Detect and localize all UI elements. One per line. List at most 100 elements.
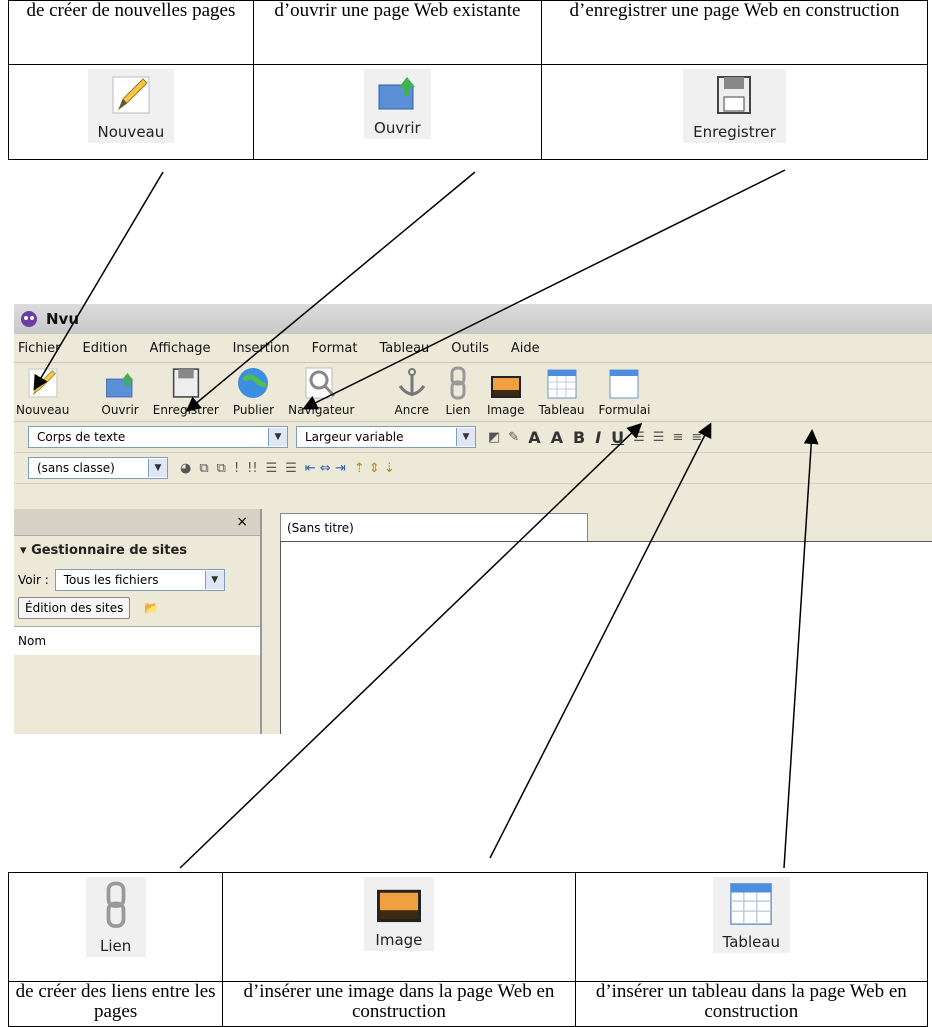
toolbar-image-button[interactable]: Image — [487, 370, 525, 421]
enregistrer-label: Enregistrer — [693, 123, 776, 141]
toolbar-label: Image — [486, 403, 525, 417]
outdent-icon[interactable]: ☰ — [285, 461, 297, 476]
menu-fichier[interactable]: Fichier — [18, 341, 61, 356]
toolbar-label: Tableau — [538, 403, 585, 417]
chevron-down-icon: ▼ — [204, 571, 224, 589]
toolbar-label: Ancre — [394, 403, 429, 417]
align-center-icon[interactable]: ≡ — [691, 430, 702, 445]
format-toolbar: Corps de texte ▼ Largeur variable ▼ ◩ ✎ … — [14, 422, 932, 453]
chevron-down-icon: ▼ — [268, 428, 287, 446]
desc-image: d’insérer une image dans la page Web en … — [222, 981, 576, 1027]
underline-icon[interactable]: U — [611, 428, 624, 447]
table-icon — [730, 883, 773, 925]
tab-label: (Sans titre) — [287, 521, 354, 535]
smaller-font-icon[interactable]: A — [528, 428, 540, 447]
menu-tableau[interactable]: Tableau — [379, 341, 429, 356]
folder-icon[interactable]: 📂 — [144, 601, 159, 615]
menu-bar: Fichier Edition Affichage Insertion Form… — [14, 334, 932, 363]
site-manager-panel: × ▾ Gestionnaire de sites Voir : Tous le… — [14, 509, 262, 734]
italic-icon[interactable]: I — [595, 428, 601, 447]
class-value: (sans classe) — [37, 461, 115, 475]
toolbar-enregistrer-button[interactable]: Enregistrer — [153, 366, 219, 421]
cell-tableau-icon: Tableau — [574, 872, 929, 982]
align-left-icon[interactable]: ≡ — [672, 430, 683, 445]
view-select[interactable]: Tous les fichiers ▼ — [54, 569, 225, 591]
magnifier-icon — [305, 367, 336, 399]
pencil-icon — [112, 76, 150, 114]
numbered-list-icon[interactable]: ☰ — [633, 430, 645, 445]
class-toolbar: (sans classe) ▼ ◕ ⧉ ⧉ ! !! ☰ ☰ ⇤ ⇔ ⇥ ⇡ ⇕… — [14, 453, 932, 484]
bold-icon[interactable]: B — [573, 428, 585, 447]
toolbar-label: Navigateur — [288, 403, 355, 417]
indent-icon[interactable]: ☰ — [266, 461, 278, 476]
cell-lien-icon: Lien — [7, 872, 224, 982]
desc-ouvrir: d’ouvrir une page Web existante — [252, 0, 542, 65]
menu-format[interactable]: Format — [312, 341, 358, 356]
color-picker-icon[interactable]: ◩ — [488, 430, 500, 445]
cell-enregistrer-icon: Enregistrer — [540, 64, 929, 160]
view-label: Voir : — [18, 573, 49, 587]
image-button-sample: Image — [363, 877, 434, 951]
cell-ouvrir-icon: Ouvrir — [252, 64, 542, 160]
ouvrir-button-sample: Ouvrir — [364, 69, 431, 139]
desc-lien: de créer des liens entre les pages — [7, 981, 224, 1027]
important-icon[interactable]: ! — [234, 461, 239, 476]
larger-font-icon[interactable]: A — [551, 428, 563, 447]
toolbar-label: Publier — [232, 403, 275, 417]
name-column-header: Nom — [14, 626, 260, 655]
menu-edition[interactable]: Edition — [83, 341, 128, 356]
nouveau-label: Nouveau — [97, 123, 165, 141]
align-arrows-icon[interactable]: ⇤ ⇔ ⇥ — [305, 461, 346, 476]
vertical-align-icon[interactable]: ⇡ ⇕ ⇣ — [354, 461, 395, 476]
toolbar-publier-button[interactable]: Publier — [233, 366, 274, 421]
toolbar-navigateur-button[interactable]: Navigateur — [288, 366, 354, 421]
bottom-description-table: Lien Image Tableau de créer des liens en… — [7, 872, 929, 1027]
highlight-icon[interactable]: ✎ — [508, 430, 519, 445]
menu-affichage[interactable]: Affichage — [149, 341, 210, 356]
edit-sites-button[interactable]: Édition des sites — [18, 597, 131, 619]
enregistrer-button-sample: Enregistrer — [683, 69, 786, 143]
menu-aide[interactable]: Aide — [511, 341, 540, 356]
form-icon — [609, 369, 639, 399]
toolbar-lien-button[interactable]: Lien — [443, 366, 473, 421]
css-icon[interactable]: ◕ — [180, 461, 191, 476]
menu-insertion[interactable]: Insertion — [233, 341, 290, 356]
bullet-list-icon[interactable]: ☰ — [653, 430, 665, 445]
table-icon — [547, 369, 577, 399]
toolbar-ouvrir-button[interactable]: Ouvrir — [101, 370, 139, 421]
edit-sites-row: Édition des sites 📂 — [14, 594, 260, 622]
close-icon[interactable]: × — [236, 514, 248, 530]
name-column-label[interactable]: Nom — [18, 634, 46, 648]
lien-button-sample: Lien — [85, 877, 146, 957]
toolbar-formulaire-button[interactable]: Formulai — [598, 368, 651, 421]
class-select[interactable]: (sans classe) ▼ — [28, 457, 168, 479]
toolbar-label: Ouvrir — [101, 403, 139, 417]
chain-link-icon — [450, 366, 466, 400]
toolbar-nouveau-button[interactable]: Nouveau — [16, 366, 69, 421]
toolbar-tableau-button[interactable]: Tableau — [539, 368, 585, 421]
menu-outils[interactable]: Outils — [451, 341, 489, 356]
paragraph-style-select[interactable]: Corps de texte ▼ — [28, 426, 288, 448]
document-canvas[interactable] — [280, 541, 932, 734]
nvu-logo-icon — [21, 311, 37, 327]
font-select[interactable]: Largeur variable ▼ — [296, 426, 476, 448]
cell-nouveau-icon: Nouveau — [8, 64, 254, 160]
view-row: Voir : Tous les fichiers ▼ — [14, 566, 260, 594]
view-value: Tous les fichiers — [63, 573, 159, 587]
site-manager-title: ▾ Gestionnaire de sites — [20, 543, 187, 558]
tab-sans-titre[interactable]: (Sans titre) — [280, 513, 588, 542]
title-bar: Nvu — [14, 304, 932, 334]
toolbar-label: Formulai — [598, 403, 651, 417]
open-folder-icon — [106, 373, 134, 398]
open-folder-icon — [378, 77, 416, 110]
toolbar-label: Lien — [445, 403, 471, 417]
double-important-icon[interactable]: !! — [247, 461, 257, 476]
sidebar-header: × — [14, 509, 260, 536]
desc-nouveau: de créer de nouvelles pages — [8, 0, 254, 65]
layer-stack-icon[interactable]: ⧉ — [217, 461, 226, 476]
layer-icon[interactable]: ⧉ — [199, 461, 208, 476]
ouvrir-label: Ouvrir — [374, 119, 421, 137]
editor-area: (Sans titre) — [272, 509, 932, 734]
tableau-button-sample: Tableau — [712, 877, 791, 953]
toolbar-ancre-button[interactable]: Ancre — [394, 366, 429, 421]
